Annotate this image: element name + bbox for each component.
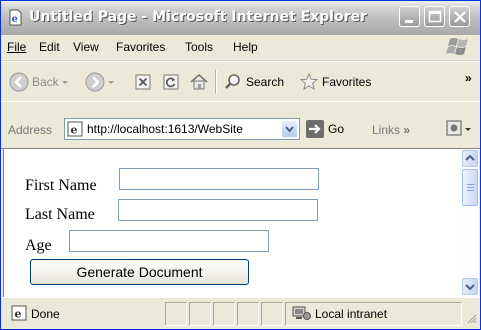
- close-button[interactable]: [449, 6, 470, 27]
- first-name-label: First Name: [25, 177, 97, 194]
- menu-file-label: File: [7, 40, 27, 54]
- menu-view[interactable]: View: [73, 40, 99, 54]
- menu-edit[interactable]: Edit: [39, 40, 60, 54]
- scroll-grip: [467, 190, 474, 191]
- go-button[interactable]: Go: [305, 118, 344, 140]
- status-pane: [237, 302, 259, 326]
- status-bar: e Done Local intranet: [1, 297, 480, 329]
- svg-text:e: e: [12, 14, 18, 25]
- menu-tools-label: Tools: [185, 40, 214, 54]
- search-label: Search: [246, 75, 285, 89]
- local-intranet-icon: [292, 306, 311, 320]
- scroll-up-button[interactable]: [462, 150, 478, 167]
- stop-icon: [135, 74, 151, 90]
- scroll-grip: [467, 184, 474, 185]
- links-text: Links: [372, 123, 401, 137]
- maximize-icon: [428, 10, 442, 23]
- zone-text: Local intranet: [315, 307, 388, 321]
- status-pane: [165, 302, 187, 326]
- menu-favorites-label: Favorites: [116, 40, 166, 54]
- ie-document-icon: e: [9, 9, 22, 26]
- last-name-input[interactable]: [118, 199, 318, 221]
- forward-button[interactable]: [85, 70, 117, 94]
- menu-edit-label: Edit: [39, 40, 60, 54]
- generate-document-button[interactable]: Generate Document: [30, 259, 249, 285]
- menu-bar: File Edit View Favorites Tools Help: [1, 35, 480, 61]
- windows-flag-icon: [446, 38, 468, 55]
- back-arrow-icon: [9, 72, 29, 92]
- title-bar[interactable]: e Untitled Page - Microsoft Internet Exp…: [1, 1, 480, 36]
- minimize-icon: [405, 20, 413, 23]
- favorites-star-icon: [299, 72, 319, 91]
- minimize-button[interactable]: [399, 6, 420, 27]
- toolbar-overflow-chevron[interactable]: »: [465, 66, 472, 90]
- address-label: Address: [8, 123, 53, 137]
- svg-text:e: e: [71, 124, 78, 137]
- scroll-down-button[interactable]: [462, 278, 478, 295]
- status-text: Done: [31, 307, 60, 321]
- age-label: Age: [25, 237, 52, 254]
- address-field[interactable]: e http://localhost:1613/WebSite: [64, 118, 300, 140]
- close-icon: [454, 11, 466, 23]
- chevron-down-icon: [61, 81, 68, 84]
- status-pane: [261, 302, 283, 326]
- scroll-thumb[interactable]: [462, 169, 478, 206]
- menu-view-label: View: [73, 40, 99, 54]
- refresh-icon: [163, 74, 179, 90]
- window-title: Untitled Page - Microsoft Internet Explo…: [29, 9, 367, 25]
- browser-window: e Untitled Page - Microsoft Internet Exp…: [0, 0, 481, 330]
- stop-button[interactable]: [134, 70, 152, 94]
- go-label: Go: [328, 122, 345, 136]
- resize-grip-icon[interactable]: [465, 312, 477, 324]
- address-bar: Address e http://localhost:1613/WebSite …: [1, 101, 480, 149]
- menu-favorites[interactable]: Favorites: [116, 40, 165, 54]
- first-name-input[interactable]: [119, 168, 319, 190]
- refresh-button[interactable]: [162, 70, 180, 94]
- address-url: http://localhost:1613/WebSite: [87, 122, 243, 136]
- favorites-button[interactable]: Favorites: [299, 70, 371, 94]
- standard-toolbar: Back Search Favorites »: [1, 61, 480, 102]
- menu-help[interactable]: Help: [233, 40, 258, 54]
- chevron-down-icon: [285, 126, 294, 133]
- age-input[interactable]: [69, 230, 269, 252]
- chevron-up-icon: [465, 154, 475, 161]
- ie-page-icon: e: [67, 121, 83, 137]
- links-label[interactable]: Links »: [372, 123, 410, 137]
- search-icon: [225, 74, 240, 89]
- go-arrow-icon: [306, 120, 324, 138]
- menu-help-label: Help: [233, 40, 258, 54]
- search-button[interactable]: Search: [223, 70, 284, 94]
- menu-tools[interactable]: Tools: [185, 40, 213, 54]
- vertical-scrollbar[interactable]: [461, 148, 479, 297]
- menu-file[interactable]: File: [7, 40, 26, 54]
- address-dropdown-button[interactable]: [281, 120, 298, 138]
- ie-page-icon: e: [11, 305, 27, 321]
- chevron-down-icon: [465, 284, 475, 291]
- home-button[interactable]: [189, 70, 209, 94]
- back-button[interactable]: Back: [9, 70, 71, 94]
- links-chevron: »: [403, 123, 411, 137]
- page-content: First Name Last Name Age Generate Docume…: [3, 148, 461, 297]
- last-name-label: Last Name: [25, 206, 95, 223]
- back-label: Back: [32, 75, 59, 89]
- home-icon: [190, 73, 208, 90]
- maximize-button[interactable]: [424, 6, 445, 27]
- forward-arrow-icon: [85, 72, 105, 92]
- toolbar-separator: [215, 70, 217, 94]
- status-pane: [189, 302, 211, 326]
- svg-text:e: e: [15, 308, 22, 321]
- messenger-icon[interactable]: [444, 118, 474, 140]
- favorites-label: Favorites: [322, 75, 372, 89]
- scroll-grip: [467, 187, 474, 188]
- chevron-down-icon: [108, 81, 114, 84]
- status-pane: [213, 302, 235, 326]
